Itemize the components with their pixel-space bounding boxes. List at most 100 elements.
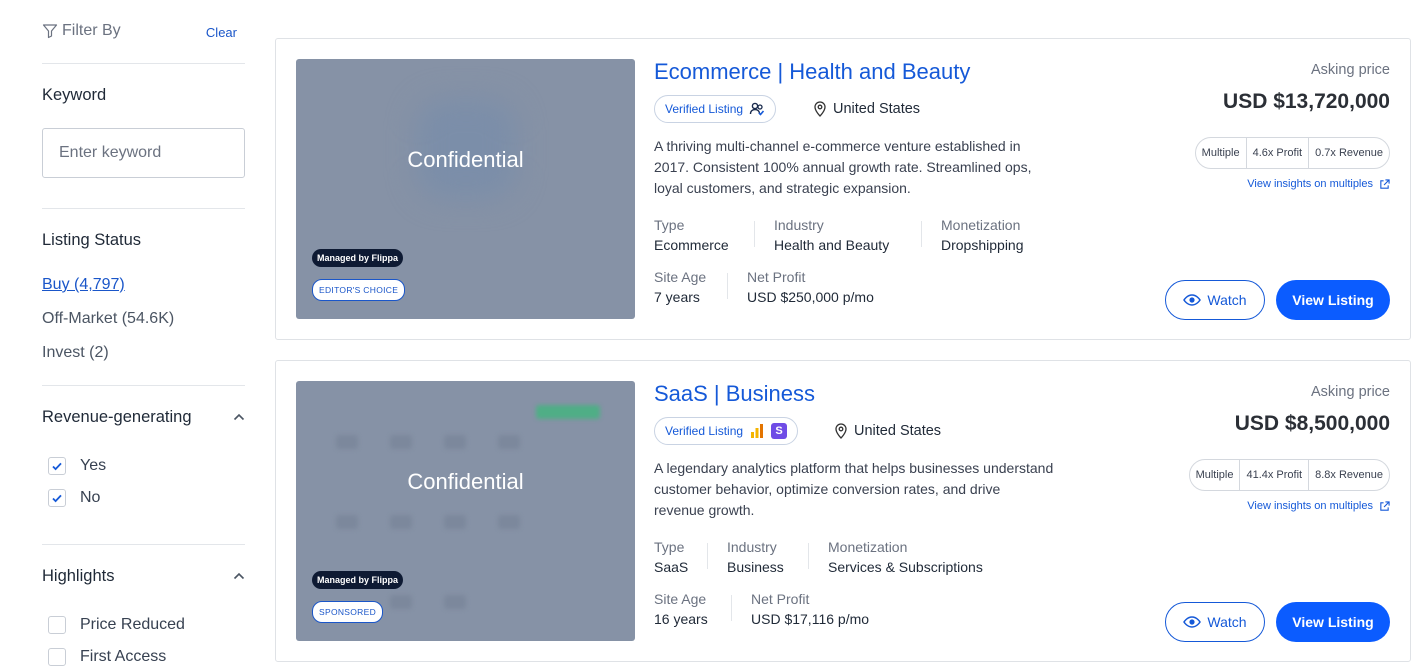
net-profit-label: Net Profit — [751, 591, 810, 607]
listing-card[interactable]: Confidential Managed by Flippa SPONSORED… — [275, 360, 1411, 662]
location-pin-icon — [835, 423, 847, 439]
insights-label: View insights on multiples — [1247, 500, 1373, 512]
profit-multiple: 4.6x Profit — [1245, 138, 1309, 168]
meta-monetization: Monetization Dropshipping — [941, 217, 1024, 253]
price-reduced-label: Price Reduced — [80, 616, 185, 633]
divider — [42, 544, 245, 545]
meta-divider — [707, 543, 708, 569]
first-access-checkbox[interactable] — [48, 648, 66, 666]
stripe-icon: S — [771, 423, 788, 439]
site-age-value: 7 years — [654, 289, 700, 305]
type-value: SaaS — [654, 559, 689, 575]
revenue-no-checkbox[interactable] — [48, 489, 66, 507]
listing-title[interactable]: SaaS | Business — [654, 381, 815, 407]
view-listing-button[interactable]: View Listing — [1276, 280, 1390, 320]
meta-divider — [808, 543, 809, 569]
highlights-title: Highlights — [42, 567, 115, 585]
revenue-no-option[interactable]: No — [48, 489, 100, 507]
price-reduced-checkbox[interactable] — [48, 616, 66, 634]
divider — [42, 385, 245, 386]
status-invest-link[interactable]: Invest (2) — [42, 344, 109, 362]
insights-link[interactable]: View insights on multiples — [1247, 500, 1390, 512]
location-label: United States — [833, 101, 921, 117]
listing-title[interactable]: Ecommerce | Health and Beauty — [654, 59, 970, 85]
monetization-label: Monetization — [941, 217, 1021, 233]
industry-label: Industry — [774, 217, 824, 233]
verified-listing-badge: Verified Listing S — [654, 417, 799, 445]
verified-label: Verified Listing — [665, 424, 744, 438]
industry-label: Industry — [727, 539, 777, 555]
monetization-value: Services & Subscriptions — [828, 559, 983, 575]
industry-value: Business — [727, 559, 784, 575]
listing-thumbnail[interactable]: Confidential Managed by Flippa SPONSORED — [296, 381, 635, 641]
filter-icon — [42, 24, 58, 39]
asking-price: USD $8,500,000 — [1234, 412, 1390, 435]
verified-listing-badge: Verified Listing — [654, 95, 777, 123]
industry-value: Health and Beauty — [774, 237, 890, 253]
confidential-label: Confidential — [407, 147, 524, 172]
meta-monetization: Monetization Services & Subscriptions — [828, 539, 983, 575]
watch-button[interactable]: Watch — [1165, 280, 1265, 320]
analytics-bar-icon — [751, 424, 764, 438]
first-access-option[interactable]: First Access — [48, 648, 166, 666]
profit-multiple: 41.4x Profit — [1239, 460, 1308, 490]
meta-type: Type SaaS — [654, 539, 688, 575]
price-reduced-option[interactable]: Price Reduced — [48, 616, 185, 634]
revenue-yes-checkbox[interactable] — [48, 457, 66, 475]
first-access-label: First Access — [80, 648, 167, 665]
asking-price: USD $13,720,000 — [1223, 90, 1390, 113]
multiples-pill: Multiple 4.6x Profit 0.7x Revenue — [1194, 137, 1390, 169]
verified-users-icon — [749, 102, 765, 116]
status-off-market-link[interactable]: Off-Market (54.6K) — [42, 310, 174, 328]
status-buy-link[interactable]: Buy (4,797) — [42, 276, 125, 294]
filter-header: Filter By Clear — [42, 20, 245, 44]
asking-price-label: Asking price — [1311, 62, 1390, 78]
insights-link[interactable]: View insights on multiples — [1247, 178, 1390, 190]
editors-choice-badge: EDITOR'S CHOICE — [312, 279, 406, 301]
meta-site-age: Site Age 7 years — [654, 269, 706, 305]
listing-thumbnail[interactable]: Confidential Managed by Flippa EDITOR'S … — [296, 59, 635, 319]
check-icon — [52, 462, 62, 471]
revenue-multiple: 8.8x Revenue — [1308, 460, 1389, 490]
meta-divider — [727, 273, 728, 299]
external-link-icon — [1380, 500, 1390, 511]
type-label: Type — [654, 539, 685, 555]
revenue-multiple: 0.7x Revenue — [1308, 138, 1389, 168]
net-profit-value: USD $17,116 p/mo — [751, 611, 870, 627]
keyword-input[interactable] — [42, 128, 245, 178]
listing-description: A thriving multi-channel e-commerce vent… — [654, 138, 1032, 196]
monetization-label: Monetization — [828, 539, 908, 555]
site-age-label: Site Age — [654, 269, 707, 285]
revenue-yes-option[interactable]: Yes — [48, 457, 106, 475]
listing-card[interactable]: Confidential Managed by Flippa EDITOR'S … — [275, 38, 1411, 340]
listing-status-title: Listing Status — [42, 231, 142, 249]
meta-divider — [731, 595, 732, 621]
type-label: Type — [654, 217, 685, 233]
site-age-value: 16 years — [654, 611, 708, 627]
revenue-title: Revenue-generating — [42, 408, 192, 426]
revenue-yes-label: Yes — [80, 457, 107, 474]
view-listing-button[interactable]: View Listing — [1276, 602, 1390, 642]
site-age-label: Site Age — [654, 591, 707, 607]
multiple-label: Multiple — [1195, 469, 1234, 481]
eye-icon — [1183, 616, 1202, 628]
meta-divider — [921, 221, 922, 247]
chevron-up-icon[interactable] — [233, 413, 245, 421]
filter-title-label: Filter By — [62, 22, 121, 39]
watch-button[interactable]: Watch — [1165, 602, 1265, 642]
watch-label: Watch — [1207, 292, 1247, 308]
meta-industry: Industry Health and Beauty — [774, 217, 889, 253]
managed-badge: Managed by Flippa — [312, 571, 404, 589]
watch-label: Watch — [1207, 614, 1247, 630]
meta-divider — [754, 221, 755, 247]
divider — [42, 208, 245, 209]
net-profit-label: Net Profit — [747, 269, 806, 285]
meta-type: Type Ecommerce — [654, 217, 729, 253]
type-value: Ecommerce — [654, 237, 729, 253]
chevron-up-icon[interactable] — [233, 572, 245, 580]
clear-filters-link[interactable]: Clear — [206, 25, 237, 40]
location-label: United States — [854, 423, 942, 439]
multiples-pill: Multiple 41.4x Profit 8.8x Revenue — [1188, 459, 1390, 491]
insights-label: View insights on multiples — [1247, 178, 1373, 190]
keyword-title: Keyword — [42, 86, 107, 104]
